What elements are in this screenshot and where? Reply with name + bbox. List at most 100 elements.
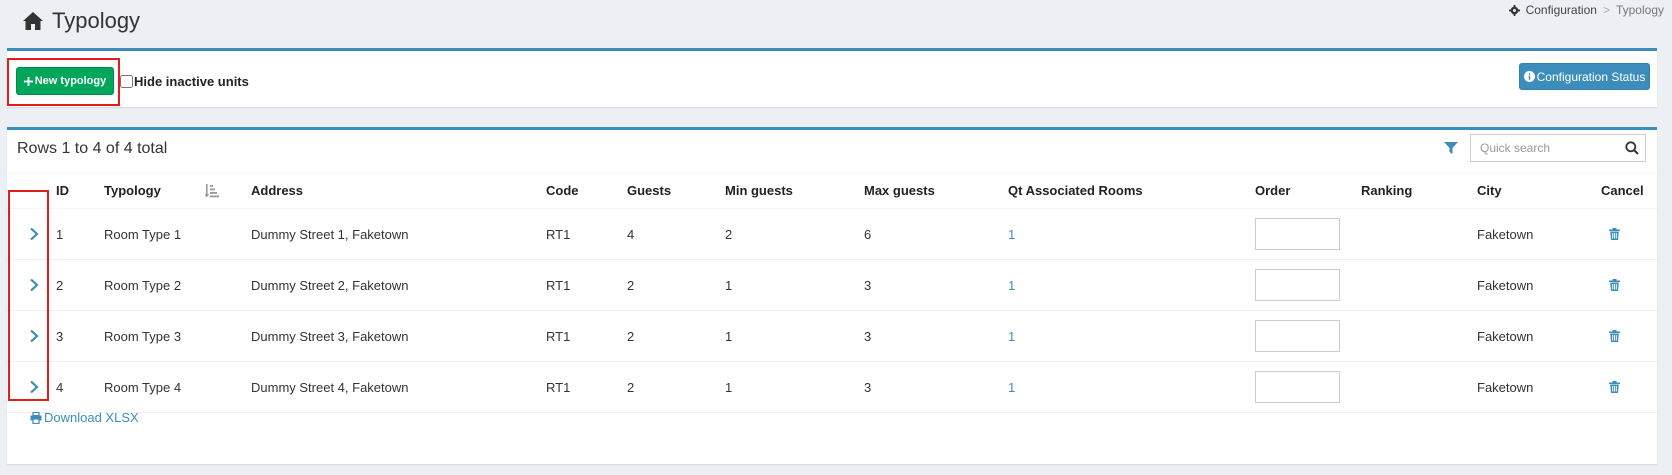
col-max-guests-label: Max guests [864, 183, 935, 198]
col-qt-associated-rooms[interactable]: Qt Associated Rooms [1008, 172, 1255, 209]
new-typology-label: New typology [34, 75, 107, 87]
cell-id: 4 [56, 361, 104, 413]
cell-max-guests: 3 [864, 310, 1008, 362]
trash-icon[interactable] [1609, 279, 1620, 291]
highlight-frame [8, 190, 49, 401]
cell-guests: 4 [627, 208, 725, 260]
cell-guests: 2 [627, 361, 725, 413]
col-max-guests[interactable]: Max guests [864, 172, 1008, 209]
cell-qt-rooms: 1 [1008, 208, 1255, 260]
hide-inactive-label: Hide inactive units [134, 74, 249, 89]
cell-ranking [1361, 259, 1477, 311]
hide-inactive-toggle[interactable]: Hide inactive units [120, 74, 249, 89]
cell-ranking [1361, 361, 1477, 413]
col-cancel-label: Cancel [1601, 183, 1644, 198]
col-code[interactable]: Code [546, 172, 627, 209]
page-title-text: Typology [52, 8, 141, 33]
cell-qt-rooms: 1 [1008, 361, 1255, 413]
order-input[interactable] [1255, 218, 1340, 250]
order-input[interactable] [1255, 320, 1340, 352]
cell-ranking [1361, 310, 1477, 362]
typology-table: ID Typology Address Code Guests Min gues… [7, 172, 1657, 413]
cell-order [1255, 259, 1361, 311]
cell-address: Dummy Street 1, Faketown [251, 208, 546, 260]
cell-order [1255, 310, 1361, 362]
new-typology-button[interactable]: New typology [16, 67, 114, 95]
col-order-label: Order [1255, 183, 1291, 198]
download-xlsx-label: Download XLSX [44, 410, 139, 425]
cell-max-guests: 6 [864, 208, 1008, 260]
configuration-status-button[interactable]: Configuration Status [1519, 63, 1650, 90]
trash-icon[interactable] [1609, 330, 1620, 342]
cell-code: RT1 [546, 208, 627, 260]
cell-min-guests: 2 [725, 208, 864, 260]
cell-typology: Room Type 2 [104, 259, 251, 311]
search-icon[interactable] [1625, 141, 1639, 155]
cell-address: Dummy Street 4, Faketown [251, 361, 546, 413]
col-code-label: Code [546, 183, 579, 198]
cell-cancel [1601, 361, 1657, 413]
col-guests[interactable]: Guests [627, 172, 725, 209]
cell-guests: 2 [627, 310, 725, 362]
cell-code: RT1 [546, 310, 627, 362]
page-header: Typology Configuration > Typology [0, 0, 1672, 48]
hide-inactive-checkbox[interactable] [120, 75, 133, 88]
table-row: 3 Room Type 3 Dummy Street 3, Faketown R… [7, 310, 1657, 362]
page-title: Typology [22, 8, 140, 34]
sort-amount-icon[interactable] [204, 184, 219, 198]
home-icon [23, 12, 43, 30]
col-order[interactable]: Order [1255, 172, 1361, 209]
cell-id: 1 [56, 208, 104, 260]
typology-list-box: Rows 1 to 4 of 4 total ID Typology [7, 127, 1657, 464]
trash-icon[interactable] [1609, 228, 1620, 240]
configuration-status-label: Configuration Status [1536, 69, 1646, 84]
cell-typology: Room Type 3 [104, 310, 251, 362]
cell-address: Dummy Street 2, Faketown [251, 259, 546, 311]
filter-icon[interactable] [1444, 141, 1458, 155]
cell-cancel [1601, 310, 1657, 362]
cell-min-guests: 1 [725, 259, 864, 311]
rows-info: Rows 1 to 4 of 4 total [17, 140, 168, 157]
cell-cancel [1601, 259, 1657, 311]
col-city[interactable]: City [1477, 172, 1601, 209]
cell-id: 3 [56, 310, 104, 362]
col-min-guests[interactable]: Min guests [725, 172, 864, 209]
col-id[interactable]: ID [56, 172, 104, 209]
quick-search-input[interactable] [1471, 135, 1621, 161]
qt-rooms-link[interactable]: 1 [1008, 278, 1015, 293]
col-city-label: City [1477, 183, 1502, 198]
qt-rooms-link[interactable]: 1 [1008, 227, 1015, 242]
qt-rooms-link[interactable]: 1 [1008, 329, 1015, 344]
cell-city: Faketown [1477, 310, 1601, 362]
quick-search [1470, 134, 1646, 162]
col-ranking[interactable]: Ranking [1361, 172, 1477, 209]
cell-typology: Room Type 4 [104, 361, 251, 413]
col-qt-rooms-label: Qt Associated Rooms [1008, 183, 1143, 198]
breadcrumb-separator: > [1602, 3, 1610, 17]
trash-icon[interactable] [1609, 381, 1620, 393]
download-xlsx-link[interactable]: Download XLSX [30, 410, 139, 425]
col-typology[interactable]: Typology [104, 172, 251, 209]
toolbar-box: New typology Hide inactive units Configu… [7, 48, 1657, 107]
col-ranking-label: Ranking [1361, 183, 1413, 198]
breadcrumb-configuration[interactable]: Configuration [1526, 3, 1597, 17]
table-header-row: ID Typology Address Code Guests Min gues… [7, 172, 1657, 209]
cell-address: Dummy Street 3, Faketown [251, 310, 546, 362]
cell-order [1255, 208, 1361, 260]
cell-qt-rooms: 1 [1008, 259, 1255, 311]
cell-order [1255, 361, 1361, 413]
order-input[interactable] [1255, 269, 1340, 301]
cell-city: Faketown [1477, 259, 1601, 311]
order-input[interactable] [1255, 371, 1340, 403]
cell-guests: 2 [627, 259, 725, 311]
cell-code: RT1 [546, 259, 627, 311]
cell-cancel [1601, 208, 1657, 260]
qt-rooms-link[interactable]: 1 [1008, 380, 1015, 395]
plus-icon [23, 76, 33, 86]
cell-code: RT1 [546, 361, 627, 413]
info-circle-icon [1523, 71, 1535, 82]
col-guests-label: Guests [627, 183, 672, 198]
col-address[interactable]: Address [251, 172, 546, 209]
cell-max-guests: 3 [864, 259, 1008, 311]
table-row: 1 Room Type 1 Dummy Street 1, Faketown R… [7, 208, 1657, 260]
